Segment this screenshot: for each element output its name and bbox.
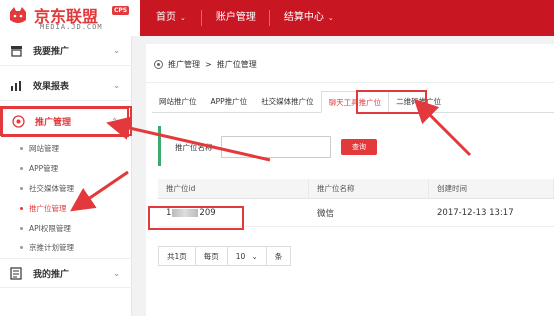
chevron-down-icon: ⌄ [180,14,186,22]
tab-bar: 网站推广位 APP推广位 社交媒体推广位 聊天工具推广位 二维码推广位 [152,91,554,113]
chevron-down-icon: ⌄ [113,46,120,55]
table-header: 推广位id 推广位名称 创建时间 [158,179,554,199]
tab-qrcode-slot[interactable]: 二维码推广位 [389,91,448,112]
nav-settlement[interactable]: 结算中心 ⌄ [270,0,348,36]
column-header-id: 推广位id [158,179,309,198]
chevron-down-icon: ⌄ [251,251,258,261]
pagination: 共1页 每页 10 ⌄ 条 [158,246,292,266]
logo[interactable]: 京东联盟 CPS MEDIA.JD.COM [0,0,140,36]
redacted-mask [172,208,199,217]
column-header-name: 推广位名称 [309,179,429,198]
sidebar-subitem-jingtui[interactable]: 京推计划管理 [20,242,74,253]
slot-name-label: 推广位名称 [175,143,213,152]
slot-table: 推广位id 推广位名称 创建时间 1 209 微信 2017-12-13 13:… [158,179,554,227]
chevron-up-icon: ⌃ [111,116,118,126]
sidebar-subitem-label: 社交媒体管理 [29,184,74,193]
slot-name-input[interactable] [221,136,331,158]
chevron-down-icon: ⌄ [327,14,334,22]
slot-name-cell: 微信 [317,208,335,219]
sidebar-subitem-label: API权限管理 [29,224,71,233]
per-page-select[interactable]: 10 ⌄ [226,246,267,266]
target-icon [11,114,25,128]
per-page-label: 每页 [194,246,228,266]
table-row: 1 209 微信 2017-12-13 13:17 [158,199,554,227]
slot-id-suffix: 209 [199,207,216,218]
sidebar-subitem-app[interactable]: APP管理 [20,163,58,174]
sidebar-subitem-label: APP管理 [29,164,59,173]
sidebar-item-reports[interactable]: 效果报表 ⌄ [0,71,132,101]
breadcrumb-separator: > [205,60,212,69]
tab-website-slot[interactable]: 网站推广位 [152,91,204,112]
sidebar-subitem-label: 推广位管理 [29,204,67,213]
sidebar-item-promo-management[interactable]: 推广管理 ⌃ [0,106,132,136]
slot-id-prefix: 1 [166,207,172,218]
per-page-value: 10 [235,251,246,261]
sidebar-item-label: 效果报表 [33,82,70,92]
per-page-unit: 条 [265,246,292,266]
sidebar-item-promote[interactable]: 我要推广 ⌄ [0,36,132,66]
sidebar-subitem-promo-slot[interactable]: 推广位管理 [20,203,67,214]
sidebar-subitem-social[interactable]: 社交媒体管理 [20,183,74,194]
location-icon [154,60,163,69]
breadcrumb-parent[interactable]: 推广管理 [168,59,200,70]
nav-account-label: 账户管理 [215,12,256,23]
column-header-created: 创建时间 [429,179,554,198]
document-icon [9,266,23,280]
sidebar-subitem-label: 京推计划管理 [29,243,74,252]
sidebar-subitem-website[interactable]: 网站管理 [20,143,59,154]
top-bar: 京东联盟 CPS MEDIA.JD.COM 首页 ⌄ 账户管理 结算中心 ⌄ [0,0,554,36]
nav-home-label: 首页 [156,12,176,23]
divider [146,82,554,83]
tab-chat-tool-slot[interactable]: 聊天工具推广位 [320,91,390,113]
nav-home[interactable]: 首页 ⌄ [140,0,202,36]
sidebar-item-label: 我的推广 [33,269,70,280]
breadcrumb: 推广管理 > 推广位管理 [154,59,257,70]
sidebar: 我要推广 ⌄ 效果报表 ⌄ 推广管理 ⌃ 网站管理 APP管理 社交媒体管理 推… [0,36,132,316]
slot-id-cell[interactable]: 1 209 [158,199,309,226]
chevron-down-icon: ⌄ [113,81,120,90]
storefront-icon [9,44,23,58]
breadcrumb-current: 推广位管理 [216,60,257,69]
main-content: 推广管理 > 推广位管理 网站推广位 APP推广位 社交媒体推广位 聊天工具推广… [146,44,554,316]
logo-subtitle: MEDIA.JD.COM [40,23,103,31]
created-time-cell: 2017-12-13 13:17 [437,207,514,218]
sidebar-item-my-promo[interactable]: 我的推广 ⌄ [0,258,132,288]
nav-settlement-label: 结算中心 [283,12,324,23]
total-pages: 共1页 [158,246,196,266]
query-button[interactable]: 查询 [341,139,377,155]
top-nav: 首页 ⌄ 账户管理 结算中心 ⌄ [140,0,348,36]
tab-app-slot[interactable]: APP推广位 [204,91,255,112]
sidebar-subitem-api[interactable]: API权限管理 [20,223,71,234]
sidebar-item-label: 推广管理 [35,117,72,128]
jd-dog-logo-icon [10,7,26,23]
nav-account[interactable]: 账户管理 [202,0,270,36]
sidebar-item-label: 我要推广 [33,47,70,57]
chevron-down-icon: ⌄ [113,268,120,278]
tab-social-slot[interactable]: 社交媒体推广位 [254,91,321,112]
sidebar-subitem-label: 网站管理 [29,144,59,153]
filter-panel: 推广位名称 查询 [158,126,554,166]
logo-badge: CPS [112,6,130,15]
bar-chart-icon [9,79,23,93]
